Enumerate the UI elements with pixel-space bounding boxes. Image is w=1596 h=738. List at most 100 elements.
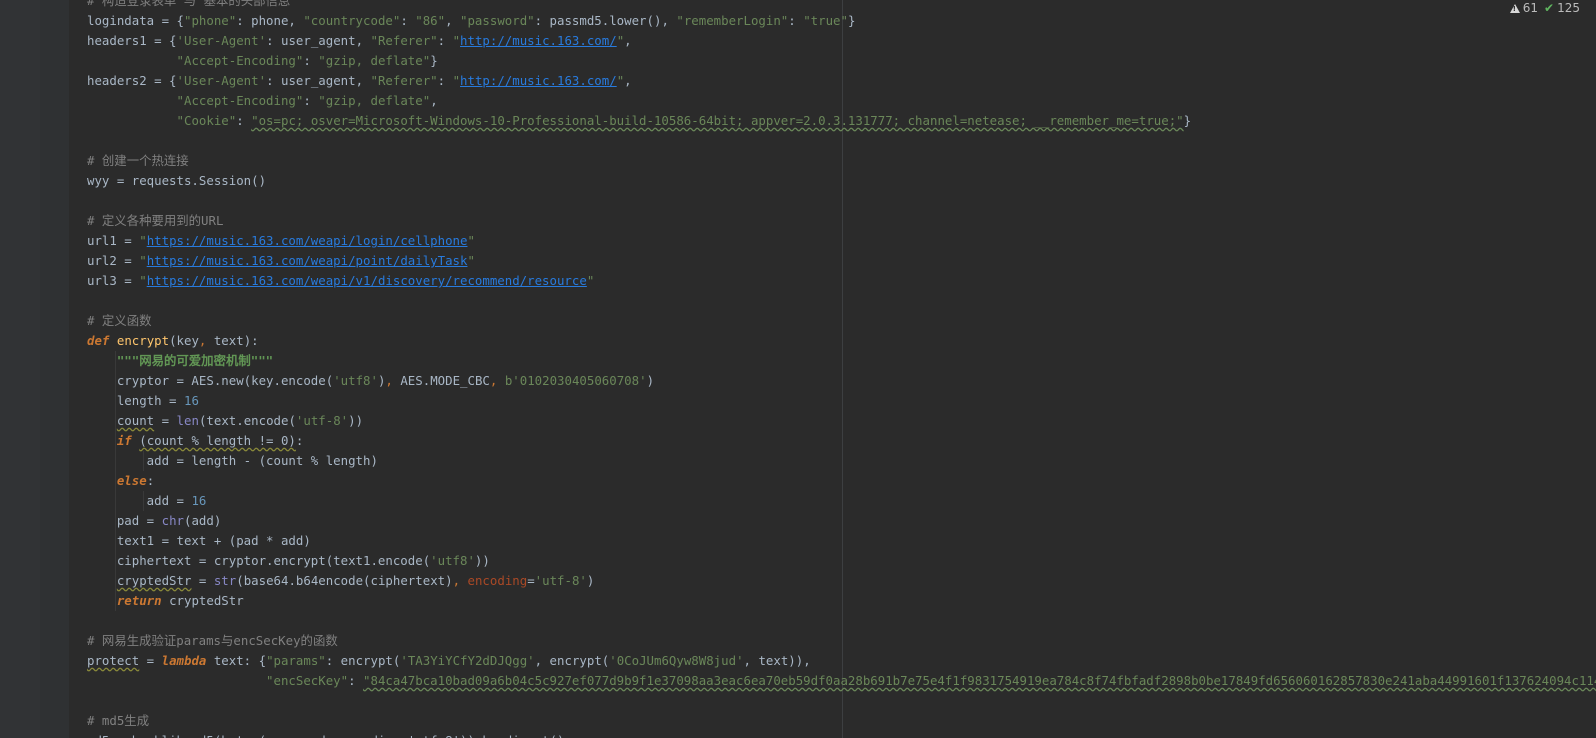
inspection-widget[interactable]: 61 ✔ 125 — [1505, 0, 1584, 16]
indent-guide — [115, 511, 116, 531]
code-token: text): — [206, 333, 259, 348]
code-token: md5 = hashlib.md5(bytes(password, encodi… — [87, 733, 564, 738]
code-token: : — [295, 433, 304, 448]
code-token: : — [146, 473, 155, 488]
code-token: text1 = text + (pad * add) — [87, 533, 311, 548]
code-token: "Referer" — [370, 73, 438, 88]
code-token: : — [437, 33, 453, 48]
code-line[interactable]: url2 = "https://music.163.com/weapi/poin… — [87, 251, 1596, 271]
code-token: url3 = — [87, 273, 140, 288]
code-line[interactable]: cryptedStr = str(base64.b64encode(cipher… — [87, 571, 1596, 591]
code-line[interactable] — [87, 191, 1596, 211]
code-line[interactable]: count = len(text.encode('utf-8')) — [87, 411, 1596, 431]
code-token: = — [191, 573, 214, 588]
code-token: # md5生成 — [87, 713, 150, 728]
indent-guide — [115, 531, 116, 551]
code-line[interactable] — [87, 691, 1596, 711]
code-line[interactable]: url1 = "https://music.163.com/weapi/logi… — [87, 231, 1596, 251]
code-token: 'utf-8' — [295, 413, 349, 428]
code-token: "params" — [266, 653, 326, 668]
code-line[interactable]: # md5生成 — [87, 711, 1596, 731]
code-line[interactable]: # 网易生成验证params与encSecKey的函数 — [87, 631, 1596, 651]
code-token: , encrypt( — [534, 653, 610, 668]
code-token: , — [385, 373, 393, 388]
code-line[interactable]: "Cookie": "os=pc; osver=Microsoft-Window… — [87, 111, 1596, 131]
code-token: # 定义函数 — [87, 313, 152, 328]
code-token: 'utf8' — [430, 553, 475, 568]
checkmark-icon: ✔ — [1544, 1, 1555, 15]
code-line[interactable]: # 定义各种要用到的URL — [87, 211, 1596, 231]
code-token: : user_agent, — [266, 73, 371, 88]
code-token: 'User-Agent' — [176, 73, 267, 88]
indent-guide — [143, 451, 144, 471]
code-token: https://music.163.com/weapi/v1/discovery… — [146, 273, 587, 288]
code-token: encrypt — [116, 333, 170, 348]
fold-gutter[interactable] — [40, 0, 69, 738]
code-token: "86" — [415, 13, 446, 28]
indent-guide — [115, 571, 116, 591]
code-line[interactable] — [87, 291, 1596, 311]
code-token: : — [303, 53, 319, 68]
code-token: "Referer" — [370, 33, 438, 48]
code-token: # 定义各种要用到的URL — [87, 213, 224, 228]
code-line[interactable]: headers2 = {'User-Agent': user_agent, "R… — [87, 71, 1596, 91]
code-line[interactable]: "encSecKey": "84ca47bca10bad09a6b04c5c92… — [87, 671, 1596, 691]
code-line[interactable]: # 定义函数 — [87, 311, 1596, 331]
code-token: chr — [161, 513, 184, 528]
code-line[interactable]: add = 16 — [87, 491, 1596, 511]
code-editor[interactable]: # 构造登录表单 与 基本的头部信息 logindata = {"phone": … — [87, 0, 1596, 738]
code-line[interactable]: "Accept-Encoding": "gzip, deflate", — [87, 91, 1596, 111]
code-line[interactable]: length = 16 — [87, 391, 1596, 411]
code-line[interactable]: md5 = hashlib.md5(bytes(password, encodi… — [87, 731, 1596, 738]
code-line[interactable]: headers1 = {'User-Agent': user_agent, "R… — [87, 31, 1596, 51]
code-token: (text.encode( — [198, 413, 296, 428]
code-token: "os=pc; osver=Microsoft-Windows-10-Profe… — [251, 113, 1184, 128]
code-line[interactable]: text1 = text + (pad * add) — [87, 531, 1596, 551]
code-line[interactable]: return cryptedStr — [87, 591, 1596, 611]
code-line[interactable]: else: — [87, 471, 1596, 491]
code-token: text: { — [206, 653, 267, 668]
code-line[interactable] — [87, 131, 1596, 151]
code-token: def — [87, 333, 110, 348]
code-line[interactable]: add = length - (count % length) — [87, 451, 1596, 471]
code-token: , — [624, 73, 632, 88]
code-token: else — [116, 473, 147, 488]
code-line[interactable]: def encrypt(key, text): — [87, 331, 1596, 351]
code-token: " — [467, 253, 475, 268]
code-line[interactable] — [87, 611, 1596, 631]
code-line[interactable]: pad = chr(add) — [87, 511, 1596, 531]
indent-guide — [115, 491, 116, 511]
code-line[interactable]: url3 = "https://music.163.com/weapi/v1/d… — [87, 271, 1596, 291]
code-token: "gzip, deflate" — [318, 53, 431, 68]
warnings-indicator[interactable]: 61 — [1509, 1, 1538, 15]
code-token: 'User-Agent' — [176, 33, 267, 48]
code-line[interactable]: # 创建一个热连接 — [87, 151, 1596, 171]
code-token: (add) — [184, 513, 222, 528]
code-token: cryptedStr — [161, 593, 244, 608]
code-token: " — [139, 273, 147, 288]
code-token: cryptor = AES.new(key.encode( — [87, 373, 334, 388]
code-line[interactable]: logindata = {"phone": phone, "countrycod… — [87, 11, 1596, 31]
code-line[interactable]: # 构造登录表单 与 基本的头部信息 — [87, 0, 1596, 11]
code-line[interactable]: if (count % length != 0): — [87, 431, 1596, 451]
code-line[interactable]: cryptor = AES.new(key.encode('utf8'), AE… — [87, 371, 1596, 391]
code-token: )) — [348, 413, 364, 428]
code-line[interactable]: "Accept-Encoding": "gzip, deflate"} — [87, 51, 1596, 71]
code-line[interactable]: ciphertext = cryptor.encrypt(text1.encod… — [87, 551, 1596, 571]
weak-warnings-indicator[interactable]: ✔ 125 — [1544, 1, 1580, 15]
code-token: = — [154, 413, 177, 428]
code-line[interactable]: wyy = requests.Session() — [87, 171, 1596, 191]
code-line[interactable]: """网易的可爱加密机制""" — [87, 351, 1596, 371]
indent-guide — [115, 371, 116, 391]
code-line[interactable]: protect = lambda text: {"params": encryp… — [87, 651, 1596, 671]
code-token: b'0102030405060708' — [504, 373, 647, 388]
line-number-gutter[interactable] — [0, 0, 41, 738]
code-token: add = length - (count % length) — [87, 453, 378, 468]
code-token: "rememberLogin" — [676, 13, 789, 28]
